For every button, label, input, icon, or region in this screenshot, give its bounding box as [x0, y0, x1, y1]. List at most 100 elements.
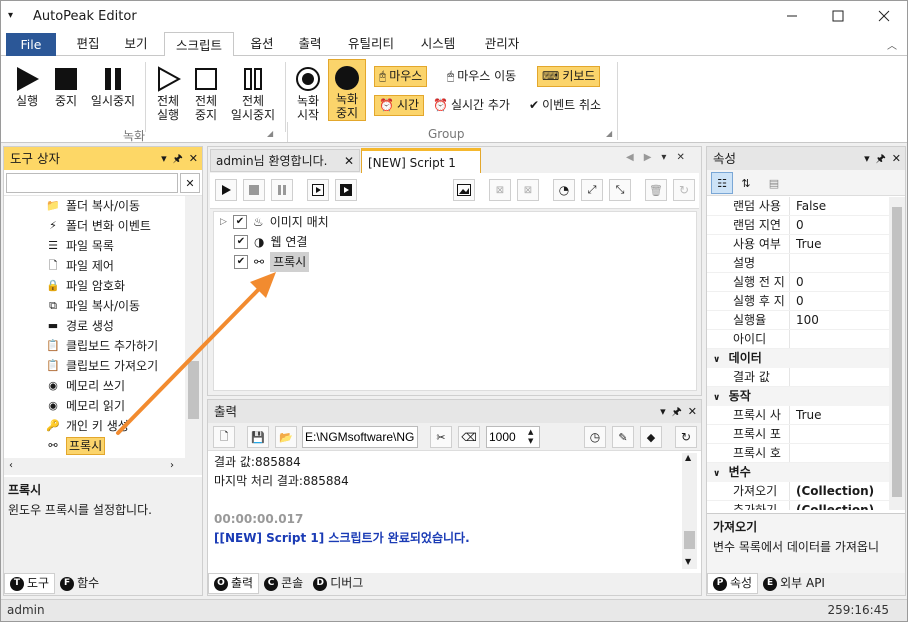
paint-bucket-icon[interactable]: ◆: [640, 426, 662, 448]
property-category[interactable]: ∨ 변수: [707, 463, 889, 482]
trash-icon[interactable]: 🗑: [645, 179, 667, 201]
property-row[interactable]: 실행율 100: [707, 311, 889, 330]
toolbox-hscrollbar[interactable]: ‹ ›: [4, 458, 202, 475]
checkbox-checked-icon[interactable]: ✔: [232, 215, 247, 229]
collapse-arrow-icon[interactable]: ∨: [713, 393, 720, 403]
tab-external-api[interactable]: E 외부 API: [758, 573, 830, 594]
tab-system[interactable]: 시스템: [411, 31, 465, 56]
group-launcher-icon[interactable]: ◢: [606, 129, 612, 138]
tab-console[interactable]: C 콘솔: [259, 573, 308, 594]
property-value[interactable]: [789, 368, 889, 386]
property-value[interactable]: (Collection): [789, 501, 889, 510]
property-value[interactable]: True: [789, 235, 889, 253]
list-item[interactable]: ◉ 메모리 읽기: [46, 396, 184, 416]
property-row[interactable]: 아이디: [707, 330, 889, 349]
property-row[interactable]: 가져오기 (Collection): [707, 482, 889, 501]
time-button[interactable]: ⏰ 시간: [374, 95, 425, 116]
tab-tools[interactable]: T 도구: [4, 573, 56, 594]
dropdown-icon[interactable]: ▾: [661, 152, 666, 163]
dropdown-icon[interactable]: ▾: [161, 147, 167, 170]
checkbox-checked-icon[interactable]: ✔: [234, 235, 248, 249]
record-stop-button[interactable]: 녹화 중지: [328, 59, 366, 121]
refresh-icon[interactable]: ↻: [675, 426, 697, 448]
property-value[interactable]: (Collection): [789, 482, 889, 500]
tab-file[interactable]: File: [6, 33, 56, 56]
clear-search-button[interactable]: ✕: [180, 173, 200, 193]
list-item[interactable]: 📋 클립보드 추가하기: [46, 336, 184, 356]
event-cancel-button[interactable]: ✔ 이벤트 취소: [525, 95, 605, 116]
scrollbar-thumb[interactable]: [188, 361, 199, 419]
toolbox-search-input[interactable]: [6, 173, 178, 193]
play-icon[interactable]: [215, 179, 237, 201]
tree-node[interactable]: ▷ ✔ ♨ 이미지 매치: [220, 212, 329, 232]
close-icon[interactable]: ✕: [344, 150, 354, 172]
pause-icon[interactable]: [271, 179, 293, 201]
run-selected-icon[interactable]: [335, 179, 357, 201]
dropdown-icon[interactable]: ▾: [864, 147, 870, 170]
keyboard-button[interactable]: ⌨ 키보드: [537, 66, 601, 87]
tree-node-selected[interactable]: ✔ ⚯ 프록시: [234, 252, 310, 272]
property-row[interactable]: 설명: [707, 254, 889, 273]
pin-icon[interactable]: 🖈: [173, 147, 183, 170]
run-button[interactable]: 실행: [7, 64, 47, 108]
close-icon[interactable]: ✕: [189, 147, 198, 170]
record-start-button[interactable]: 녹화 시작: [289, 64, 327, 122]
dropdown-icon[interactable]: ▾: [660, 400, 666, 423]
tab-utility[interactable]: 유틸리티: [339, 31, 403, 56]
list-item[interactable]: ◉ 메모리 쓰기: [46, 376, 184, 396]
tab-edit[interactable]: 편집: [65, 31, 111, 56]
output-scrollbar[interactable]: ▲ ▼: [682, 453, 697, 569]
property-value[interactable]: False: [789, 197, 889, 215]
list-item[interactable]: ▬ 경로 생성: [46, 316, 184, 336]
list-item[interactable]: 📋 클립보드 가져오기: [46, 356, 184, 376]
system-menu-icon[interactable]: ▾: [8, 10, 13, 21]
close-icon[interactable]: ✕: [688, 400, 697, 423]
open-folder-icon[interactable]: 📂: [275, 426, 297, 448]
run-from-icon[interactable]: [307, 179, 329, 201]
close-icon[interactable]: ✕: [892, 147, 901, 170]
categorized-icon[interactable]: ☷: [711, 172, 733, 194]
list-item[interactable]: 🗋 파일 제어: [46, 256, 184, 276]
property-value[interactable]: [789, 444, 889, 462]
tab-admin[interactable]: 관리자: [475, 31, 529, 56]
collapse-ribbon-icon[interactable]: ︿: [887, 37, 897, 52]
property-row[interactable]: 실행 전 지 0: [707, 273, 889, 292]
list-item[interactable]: ⚡ 폴더 변화 이벤트: [46, 216, 184, 236]
close-icon[interactable]: ✕: [676, 152, 684, 163]
close-icon[interactable]: [861, 1, 907, 31]
collapse-arrow-icon[interactable]: ∨: [713, 355, 720, 365]
property-value[interactable]: 100: [789, 311, 889, 329]
property-value[interactable]: 0: [789, 292, 889, 310]
tab-debug[interactable]: D 디버그: [308, 573, 368, 594]
tab-next-icon[interactable]: ▶: [644, 152, 652, 163]
stop-button[interactable]: 중지: [47, 64, 85, 108]
tab-output[interactable]: O 출력: [208, 573, 260, 594]
image-icon[interactable]: [453, 179, 475, 201]
scroll-right-icon[interactable]: ›: [170, 460, 174, 471]
property-row[interactable]: 프록시 호: [707, 444, 889, 463]
mouse-move-button[interactable]: 🖱 마우스 이동: [443, 66, 520, 87]
list-item[interactable]: ☰ 파일 목록: [46, 236, 184, 256]
clock-icon[interactable]: ◷: [584, 426, 606, 448]
scroll-up-icon[interactable]: ▲: [685, 453, 691, 462]
scroll-left-icon[interactable]: ‹: [9, 460, 13, 471]
expand-arrow-icon[interactable]: ▷: [220, 212, 227, 232]
list-item[interactable]: 🔑 개인 키 생성: [46, 416, 184, 436]
stepper-arrows-icon[interactable]: ▲ ▼: [528, 428, 533, 446]
stop-all-button[interactable]: 전체 중지: [187, 64, 225, 122]
speed-icon[interactable]: ◔: [553, 179, 575, 201]
property-category[interactable]: ∨ 데이터: [707, 349, 889, 368]
list-item[interactable]: 🔒 파일 암호화: [46, 276, 184, 296]
eraser-icon[interactable]: ⌫: [458, 426, 480, 448]
tab-prev-icon[interactable]: ◀: [626, 152, 634, 163]
property-value[interactable]: 0: [789, 216, 889, 234]
tab-properties[interactable]: P 속성: [707, 573, 759, 594]
property-value[interactable]: [789, 330, 889, 348]
output-path-input[interactable]: [302, 426, 418, 448]
scrollbar-thumb[interactable]: [892, 207, 902, 497]
property-row[interactable]: 결과 값: [707, 368, 889, 387]
property-value[interactable]: [789, 254, 889, 272]
doc-tab-script1[interactable]: [NEW] Script 1: [361, 148, 481, 173]
sort-alpha-icon[interactable]: ⇅: [735, 172, 757, 194]
toolbox-scrollbar[interactable]: [185, 196, 202, 458]
